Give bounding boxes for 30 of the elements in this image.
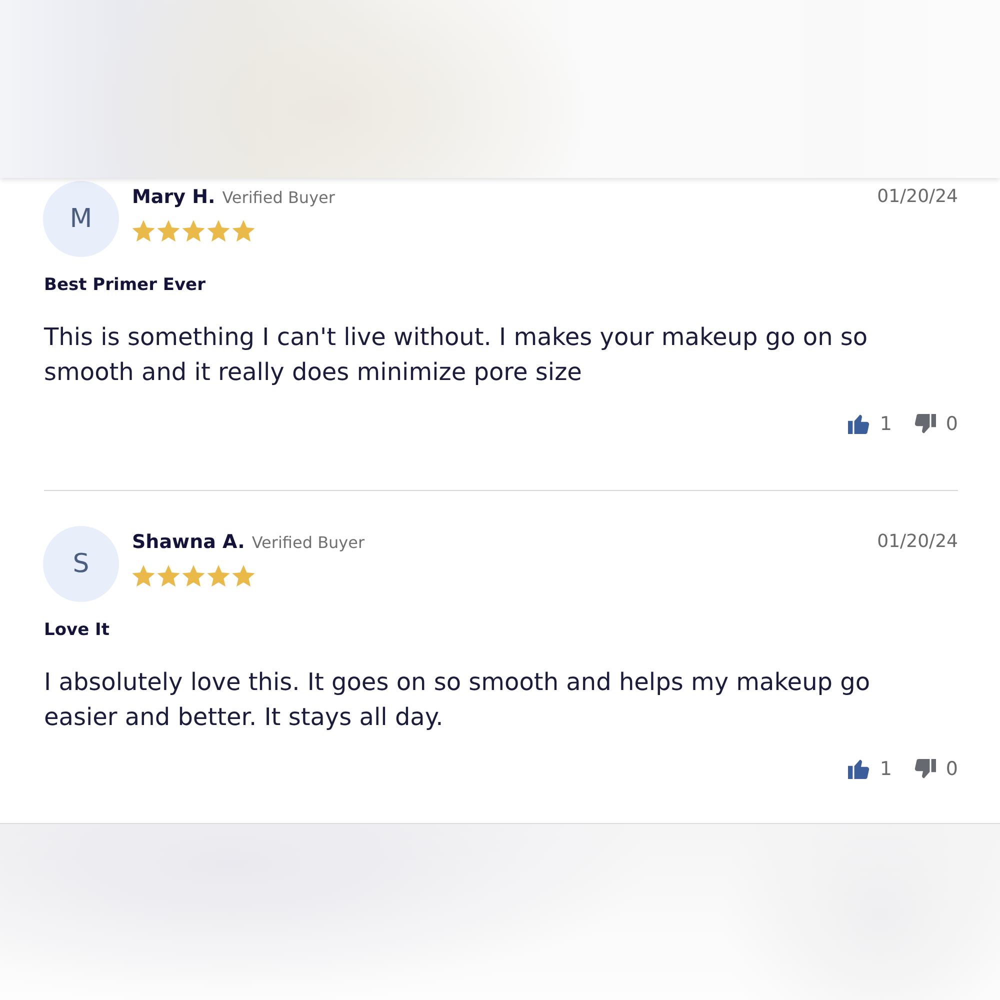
star-icon: [182, 220, 205, 242]
star-icon: [207, 565, 230, 587]
review-text: I absolutely love this. It goes on so smooth and helps my makeup go easier and better. It stays all day.: [44, 667, 872, 733]
verified-label: Verified Buyer: [252, 533, 365, 552]
helpful-button[interactable]: 1: [848, 412, 892, 436]
avatar: S: [43, 526, 119, 602]
star-icon: [157, 565, 180, 587]
avatar: M: [43, 181, 119, 257]
reviewer-name: Mary H.: [132, 185, 216, 209]
review-text: This is something I can't live without. I makes your makeup go on so smooth and it really does minimize pore size: [44, 322, 869, 388]
unhelpful-button[interactable]: 0: [914, 757, 958, 781]
star-icon: [132, 565, 155, 587]
star-icon: [232, 565, 255, 587]
review-date: 01/20/24: [877, 531, 958, 552]
thumbs-up-icon: [848, 759, 870, 779]
thumbs-up-icon: [848, 414, 870, 434]
star-icon: [157, 220, 180, 242]
verified-label: Verified Buyer: [222, 188, 335, 207]
thumbs-down-icon: [914, 759, 936, 779]
star-icon: [207, 220, 230, 242]
star-icon: [232, 220, 255, 242]
review-date: 01/20/24: [877, 186, 958, 207]
reviewer-name: Shawna A.: [132, 530, 245, 554]
star-icon: [132, 220, 155, 242]
thumbs-down-icon: [914, 414, 936, 434]
unhelpful-button[interactable]: 0: [914, 412, 958, 436]
star-icon: [182, 565, 205, 587]
helpful-button[interactable]: 1: [848, 757, 892, 781]
review-title: Love It: [44, 619, 110, 642]
review-title: Best Primer Ever: [44, 274, 206, 297]
